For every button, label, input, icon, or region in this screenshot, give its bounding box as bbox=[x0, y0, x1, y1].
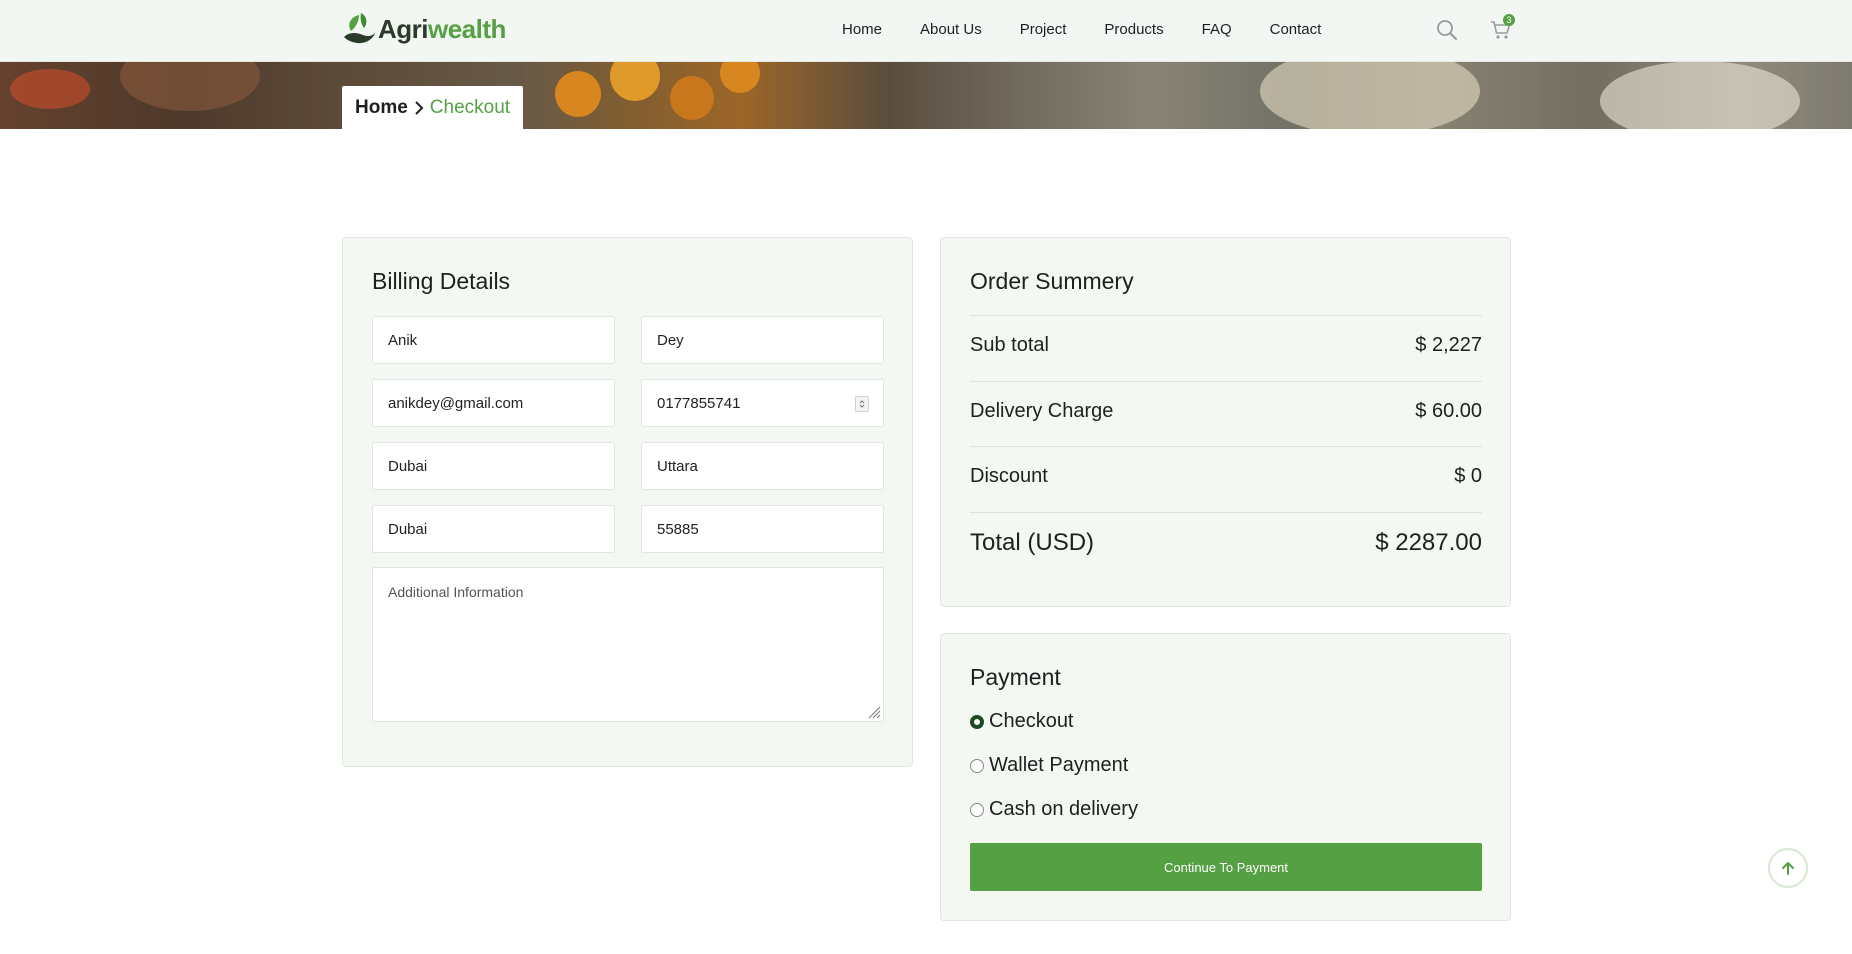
summary-value: $ 2,227 bbox=[1415, 334, 1482, 356]
payment-option-cash-on-delivery[interactable]: Cash on delivery bbox=[970, 798, 1138, 821]
payment-option-label: Wallet Payment bbox=[989, 754, 1129, 776]
order-summary-title: Order Summery bbox=[970, 268, 1134, 294]
resize-handle-icon[interactable] bbox=[867, 705, 881, 719]
leaf-hand-logo-icon bbox=[344, 13, 375, 44]
nav-products[interactable]: Products bbox=[1104, 21, 1163, 38]
divider bbox=[970, 512, 1482, 513]
first-name-field[interactable]: Anik bbox=[372, 316, 615, 364]
summary-label: Delivery Charge bbox=[970, 400, 1114, 422]
cart-count-badge: 3 bbox=[1503, 14, 1515, 26]
zip-field[interactable]: 55885 bbox=[641, 505, 884, 553]
divider bbox=[970, 446, 1482, 447]
site-header: Agriwealth Home About Us Project Product… bbox=[0, 0, 1852, 61]
nav-contact[interactable]: Contact bbox=[1270, 21, 1322, 38]
summary-row-delivery: Delivery Charge $ 60.00 bbox=[970, 400, 1482, 423]
additional-information-textarea[interactable]: Additional Information bbox=[372, 567, 884, 722]
summary-row-total: Total (USD) $ 2287.00 bbox=[970, 529, 1482, 557]
summary-value: $ 0 bbox=[1454, 465, 1482, 487]
page-banner-image bbox=[0, 61, 1852, 129]
email-field[interactable]: anikdey@gmail.com bbox=[372, 379, 615, 427]
number-stepper-icon[interactable] bbox=[855, 396, 869, 412]
payment-option-label: Checkout bbox=[989, 710, 1074, 732]
arrow-up-icon bbox=[1782, 862, 1794, 875]
total-label: Total (USD) bbox=[970, 529, 1095, 556]
city-field[interactable]: Dubai bbox=[372, 442, 615, 490]
brand-logo[interactable]: Agriwealth bbox=[342, 11, 506, 47]
brand-name: Agriwealth bbox=[378, 13, 506, 44]
summary-row-subtotal: Sub total $ 2,227 bbox=[970, 334, 1482, 357]
summary-label: Sub total bbox=[970, 334, 1049, 356]
payment-option-checkout[interactable]: Checkout bbox=[970, 710, 1074, 733]
state-field[interactable]: Dubai bbox=[372, 505, 615, 553]
breadcrumb-current: Checkout bbox=[429, 96, 511, 118]
nav-home[interactable]: Home bbox=[842, 21, 882, 38]
summary-row-discount: Discount $ 0 bbox=[970, 465, 1482, 488]
divider bbox=[970, 315, 1482, 316]
chevron-right-icon bbox=[414, 100, 424, 116]
radio-button[interactable] bbox=[970, 758, 984, 773]
payment-option-label: Cash on delivery bbox=[989, 798, 1138, 820]
continue-to-payment-button[interactable]: Continue To Payment bbox=[970, 843, 1482, 891]
summary-label: Discount bbox=[970, 465, 1048, 487]
payment-card: Payment Checkout Wallet Payment Cash on … bbox=[940, 633, 1511, 921]
breadcrumb: Home Checkout bbox=[342, 86, 524, 129]
nav-project[interactable]: Project bbox=[1020, 21, 1067, 38]
payment-title: Payment bbox=[970, 664, 1061, 690]
breadcrumb-home-link[interactable]: Home bbox=[355, 97, 408, 119]
last-name-field[interactable]: Dey bbox=[641, 316, 884, 364]
main-nav: Home About Us Project Products FAQ Conta… bbox=[842, 21, 1359, 38]
search-icon[interactable] bbox=[1435, 18, 1459, 42]
scroll-to-top-button[interactable] bbox=[1768, 848, 1808, 888]
payment-option-wallet[interactable]: Wallet Payment bbox=[970, 754, 1128, 777]
order-summary-card: Order Summery Sub total $ 2,227 Delivery… bbox=[940, 237, 1511, 607]
area-field[interactable]: Uttara bbox=[641, 442, 884, 490]
summary-value: $ 60.00 bbox=[1415, 400, 1482, 422]
total-value: $ 2287.00 bbox=[1375, 529, 1482, 556]
phone-value: 0177855741 bbox=[657, 394, 741, 412]
radio-button[interactable] bbox=[970, 802, 984, 817]
nav-about-us[interactable]: About Us bbox=[920, 21, 982, 38]
billing-title: Billing Details bbox=[372, 268, 511, 294]
phone-field[interactable]: 0177855741 bbox=[641, 379, 884, 427]
additional-information-placeholder: Additional Information bbox=[388, 584, 524, 600]
nav-faq[interactable]: FAQ bbox=[1202, 21, 1232, 38]
billing-details-card: Billing Details Anik Dey anikdey@gmail.c… bbox=[342, 237, 913, 767]
divider bbox=[970, 381, 1482, 382]
radio-button[interactable] bbox=[970, 714, 984, 729]
